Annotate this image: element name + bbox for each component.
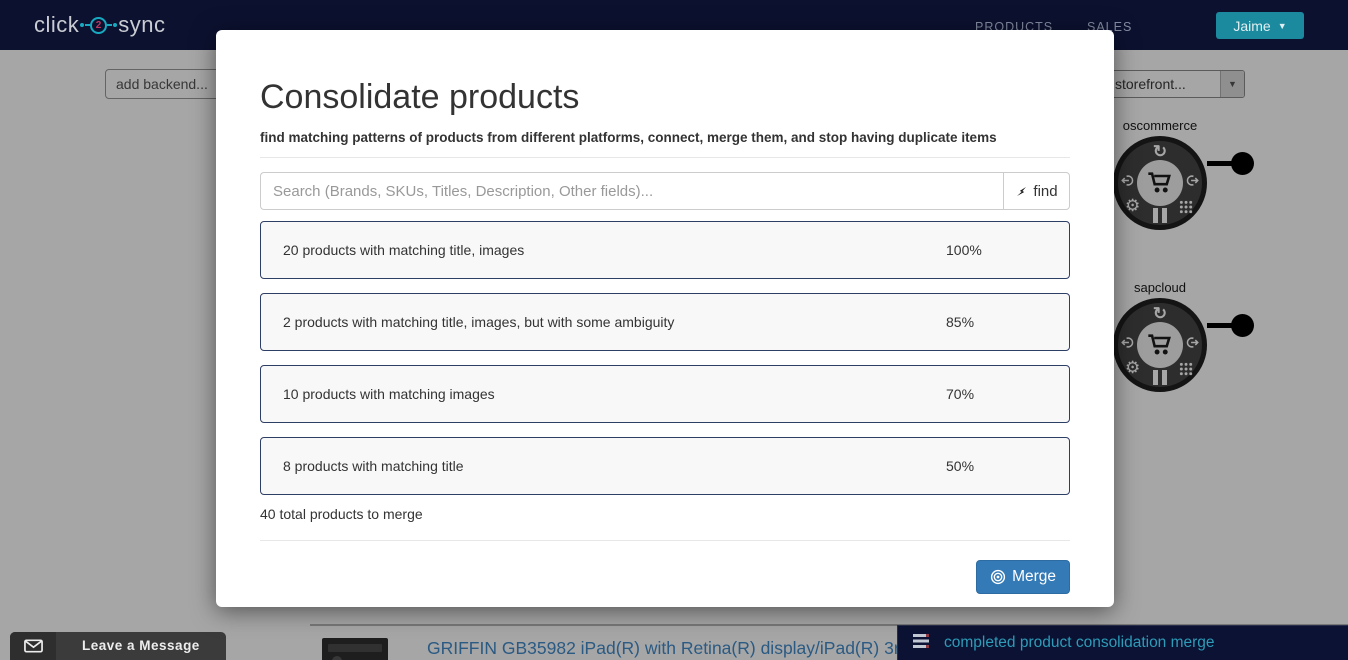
brand-badge: 2 (90, 17, 107, 34)
modal-subtitle: find matching patterns of products from … (260, 130, 1070, 145)
match-confidence: 85% (946, 314, 974, 330)
match-group-row[interactable]: 8 products with matching title 50% (260, 437, 1070, 495)
search-input[interactable] (260, 172, 1003, 210)
merge-button[interactable]: Merge (976, 560, 1070, 594)
brand-part1: click (34, 12, 79, 38)
tasks-icon (913, 634, 931, 653)
envelope-icon (10, 632, 56, 660)
leave-message-label: Leave a Message (56, 632, 226, 660)
match-group-label: 10 products with matching images (283, 386, 495, 402)
match-group-label: 2 products with matching title, images, … (283, 314, 674, 330)
match-confidence: 100% (946, 242, 982, 258)
compress-icon (990, 569, 1006, 585)
match-group-row[interactable]: 20 products with matching title, images … (260, 221, 1070, 279)
modal-title: Consolidate products (260, 78, 1070, 117)
brand-dot-icon (113, 23, 117, 27)
toast-message: completed product consolidation merge (944, 634, 1215, 652)
match-group-row[interactable]: 2 products with matching title, images, … (260, 293, 1070, 351)
caret-down-icon: ▼ (1278, 21, 1287, 31)
match-group-label: 8 products with matching title (283, 458, 464, 474)
merge-button-label: Merge (1012, 568, 1056, 586)
match-group-row[interactable]: 10 products with matching images 70% (260, 365, 1070, 423)
leave-message-button[interactable]: Leave a Message (10, 632, 226, 660)
user-name: Jaime (1233, 18, 1270, 34)
modal-footer: Merge (260, 540, 1070, 594)
notification-toast[interactable]: completed product consolidation merge (897, 625, 1348, 660)
brand-dash-icon (107, 24, 112, 26)
brand-part2: sync (118, 12, 165, 38)
total-products-label: 40 total products to merge (260, 506, 1070, 522)
consolidate-products-modal: Consolidate products find matching patte… (216, 30, 1114, 607)
flash-icon (1015, 185, 1028, 198)
find-button[interactable]: find (1003, 172, 1070, 210)
brand-logo[interactable]: click 2 sync (34, 0, 166, 50)
match-group-label: 20 products with matching title, images (283, 242, 524, 258)
search-group: find (260, 172, 1070, 210)
header-divider (260, 157, 1070, 158)
match-confidence: 70% (946, 386, 974, 402)
user-menu-button[interactable]: Jaime ▼ (1216, 12, 1304, 39)
match-confidence: 50% (946, 458, 974, 474)
match-groups-list: 20 products with matching title, images … (260, 221, 1070, 495)
brand-dot-icon (80, 23, 84, 27)
find-button-label: find (1033, 183, 1057, 200)
